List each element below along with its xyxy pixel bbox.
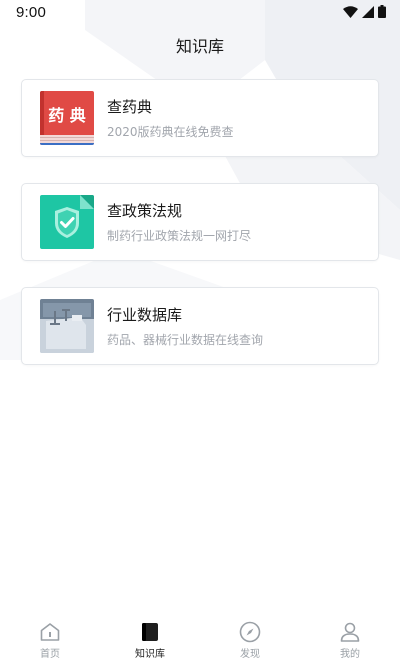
card-title: 查药典 — [107, 97, 153, 116]
compass-icon — [238, 620, 262, 644]
card-title: 查政策法规 — [107, 201, 183, 220]
book-icon — [138, 620, 162, 644]
tab-knowledge[interactable]: 知识库 — [100, 612, 200, 666]
tab-label: 我的 — [340, 649, 360, 660]
card-description: 药品、器械行业数据在线查询 — [107, 332, 264, 347]
bottom-tab-bar: 首页 知识库 发现 我的 — [0, 612, 400, 666]
tab-label: 发现 — [240, 649, 260, 660]
pharmacopoeia-book-icon: 药 典 — [40, 91, 94, 145]
card-policy[interactable]: 查政策法规 制药行业政策法规一网打尽 — [21, 183, 379, 261]
card-text: 查政策法规 制药行业政策法规一网打尽 — [107, 201, 251, 244]
status-icons — [343, 3, 386, 22]
home-icon — [38, 620, 62, 644]
person-icon — [338, 620, 362, 644]
wifi-icon — [343, 3, 358, 22]
cellular-signal-icon — [362, 3, 374, 22]
card-description: 2020版药典在线免费查 — [107, 124, 234, 139]
industry-database-icon — [40, 299, 94, 353]
card-list: 药 典 查药典 2020版药典在线免费查 查政策法规 制药行业政策法规一网打尽 — [21, 79, 379, 391]
card-text: 查药典 2020版药典在线免费查 — [107, 97, 234, 140]
status-time: 9:00 — [16, 3, 46, 21]
policy-shield-check-icon — [40, 195, 94, 249]
card-text: 行业数据库 药品、器械行业数据在线查询 — [107, 305, 263, 348]
tab-label: 知识库 — [135, 649, 165, 660]
tab-discover[interactable]: 发现 — [200, 612, 300, 666]
status-bar: 9:00 — [0, 0, 400, 24]
card-industry-database[interactable]: 行业数据库 药品、器械行业数据在线查询 — [21, 287, 379, 365]
tab-home[interactable]: 首页 — [0, 612, 100, 666]
card-pharmacopoeia[interactable]: 药 典 查药典 2020版药典在线免费查 — [21, 79, 379, 157]
tab-mine[interactable]: 我的 — [300, 612, 400, 666]
pharmacopoeia-icon-text: 药 典 — [48, 106, 86, 125]
card-title: 行业数据库 — [107, 305, 183, 324]
battery-icon — [378, 3, 386, 22]
page-title: 知识库 — [175, 37, 224, 56]
card-description: 制药行业政策法规一网打尽 — [107, 228, 252, 243]
header: 知识库 — [0, 30, 400, 60]
tab-label: 首页 — [40, 649, 60, 660]
